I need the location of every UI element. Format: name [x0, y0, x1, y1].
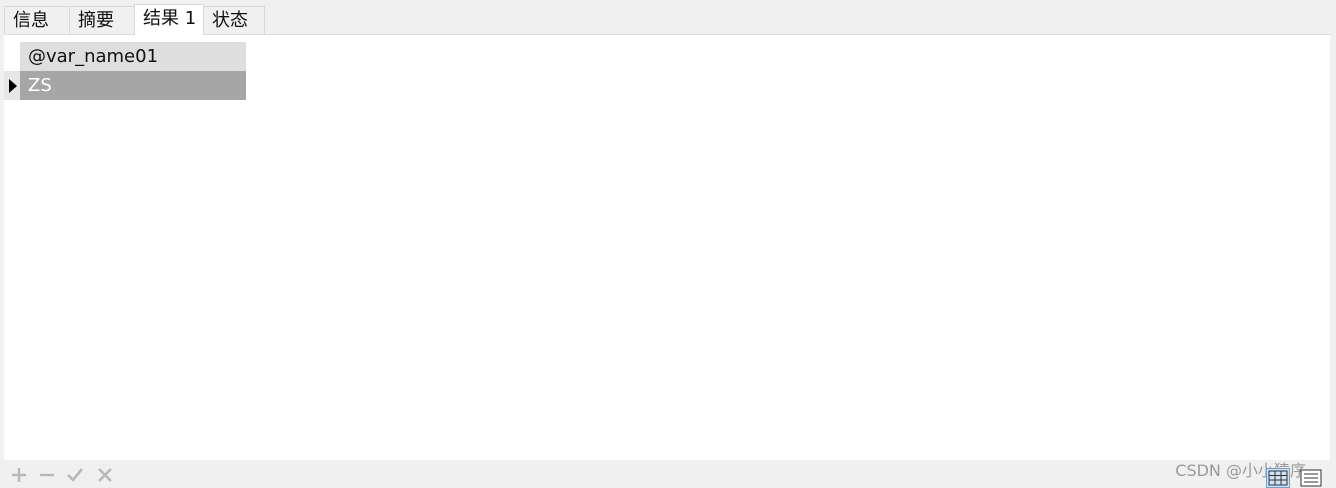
query-result-window: 信息 摘要 结果 1 状态 @var_name01 ZS CSDN @小小猿序: [0, 0, 1336, 488]
bottom-toolbar: CSDN @小小猿序: [0, 461, 1336, 488]
result-grid-area: @var_name01 ZS: [4, 35, 1330, 460]
grid-view-icon[interactable]: [1266, 468, 1290, 488]
check-icon[interactable]: [64, 464, 86, 486]
form-view-icon[interactable]: [1298, 468, 1324, 488]
tab-summary[interactable]: 摘要: [69, 6, 135, 34]
row-indicator[interactable]: [4, 71, 20, 100]
tab-info[interactable]: 信息: [4, 6, 70, 34]
column-header[interactable]: @var_name01: [20, 42, 246, 71]
tab-status[interactable]: 状态: [203, 6, 265, 34]
tab-strip: 信息 摘要 结果 1 状态: [4, 4, 1330, 35]
plus-icon[interactable]: [8, 464, 30, 486]
table-cell[interactable]: ZS: [20, 71, 246, 100]
current-row-arrow-icon: [9, 79, 17, 93]
x-icon[interactable]: [94, 464, 116, 486]
minus-icon[interactable]: [36, 464, 58, 486]
tab-result-1[interactable]: 结果 1: [134, 4, 204, 35]
